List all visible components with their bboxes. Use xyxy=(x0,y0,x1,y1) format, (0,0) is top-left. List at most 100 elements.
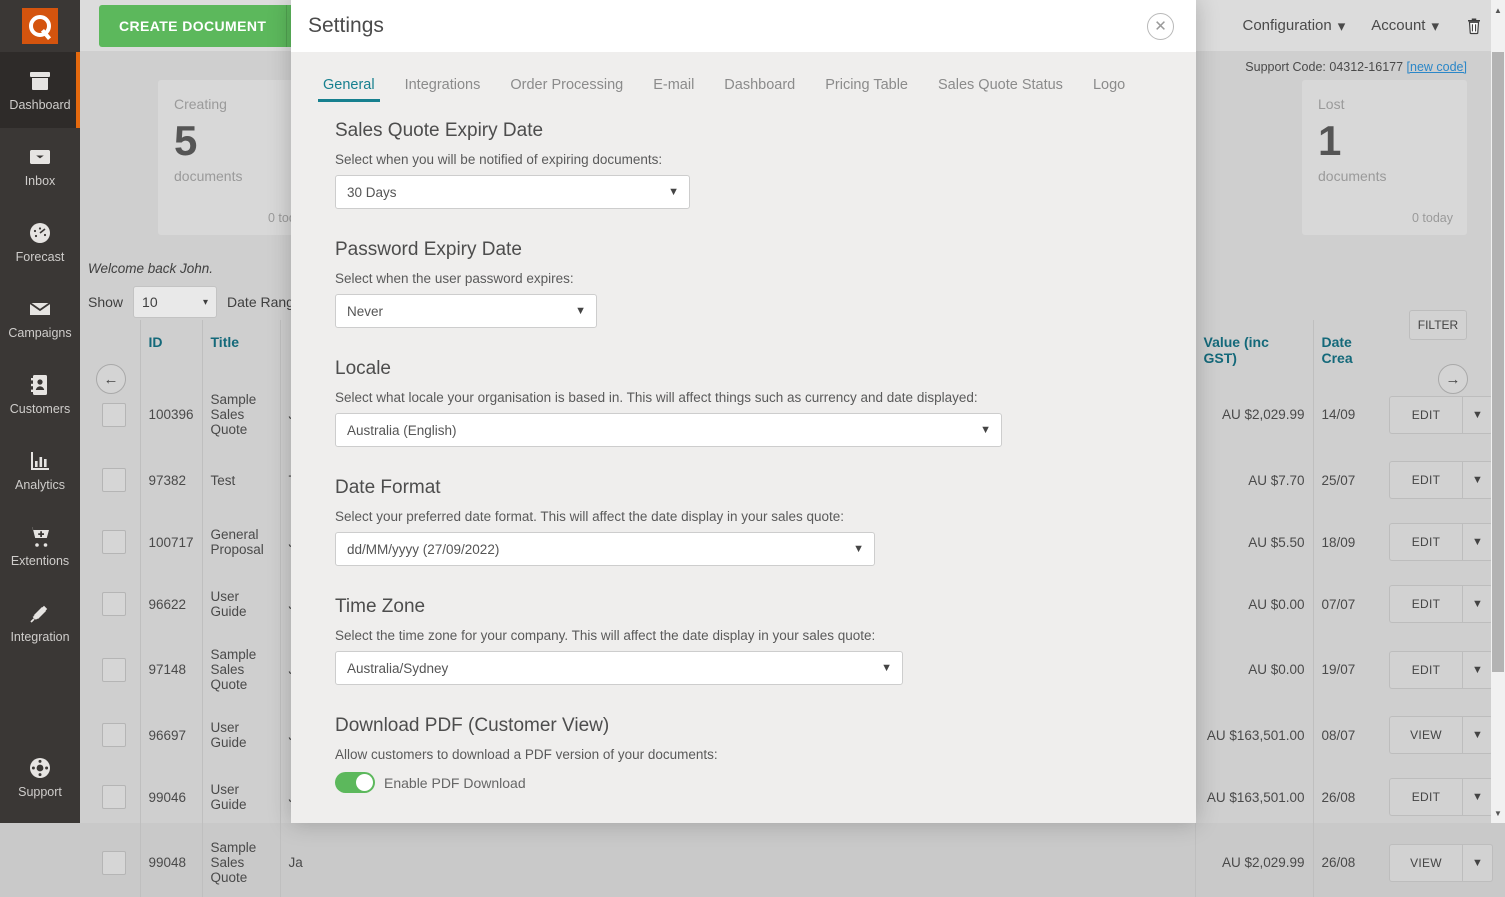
create-document-button[interactable]: CREATE DOCUMENT ▾ xyxy=(99,5,322,47)
cell-actions: VIEW▼ xyxy=(1373,704,1491,766)
row-action-button[interactable]: EDIT xyxy=(1390,586,1462,622)
scroll-left-button[interactable]: ← xyxy=(96,364,126,394)
row-checkbox[interactable] xyxy=(102,723,126,747)
chevron-down-icon[interactable]: ▼ xyxy=(1462,397,1492,433)
row-checkbox[interactable] xyxy=(102,530,126,554)
row-checkbox[interactable] xyxy=(102,592,126,616)
enable-pdf-download-toggle[interactable] xyxy=(335,772,375,793)
card-count: 1 xyxy=(1318,118,1451,164)
chevron-down-icon: ▾ xyxy=(1338,17,1346,35)
cell-id: 100396 xyxy=(140,380,202,449)
sidebar-item-dashboard[interactable]: Dashboard xyxy=(0,52,80,128)
sidebar-item-analytics[interactable]: Analytics xyxy=(0,432,80,508)
cell-id: 99048 xyxy=(140,828,202,897)
row-action-button[interactable]: EDIT xyxy=(1390,524,1462,560)
column-actions xyxy=(1373,320,1491,380)
date-format-select[interactable]: dd/MM/yyyy (27/09/2022) ▼ xyxy=(335,532,875,566)
row-action-button[interactable]: EDIT xyxy=(1390,462,1462,498)
cell-spacer xyxy=(304,828,1195,897)
configuration-menu[interactable]: Configuration ▾ xyxy=(1243,17,1346,35)
scroll-right-button[interactable]: → xyxy=(1438,364,1468,394)
column-date-created[interactable]: Date Crea xyxy=(1313,320,1373,380)
section-title: Download PDF (Customer View) xyxy=(335,715,1162,737)
chevron-down-icon[interactable]: ▼ xyxy=(1462,586,1492,622)
page-size-select[interactable]: 10 ▾ xyxy=(133,286,217,318)
column-title[interactable]: Title xyxy=(202,320,280,380)
page-scrollbar[interactable]: ▲ ▼ xyxy=(1491,0,1505,823)
cell-title: Sample Sales Quote xyxy=(202,380,280,449)
cell-value: AU $5.50 xyxy=(1195,511,1313,573)
cell-value: AU $0.00 xyxy=(1195,573,1313,635)
password-expiry-select[interactable]: Never ▼ xyxy=(335,294,597,328)
sidebar-item-label: Extentions xyxy=(11,554,69,568)
cell-id: 100717 xyxy=(140,511,202,573)
locale-select[interactable]: Australia (English) ▼ xyxy=(335,413,1002,447)
row-action-button[interactable]: EDIT xyxy=(1390,779,1462,815)
row-checkbox-cell xyxy=(88,704,140,766)
row-action-button[interactable]: VIEW xyxy=(1390,717,1462,753)
sidebar-item-campaigns[interactable]: Campaigns xyxy=(0,280,80,356)
app-logo[interactable] xyxy=(0,0,80,52)
time-zone-select[interactable]: Australia/Sydney ▼ xyxy=(335,651,903,685)
row-checkbox[interactable] xyxy=(102,785,126,809)
chevron-down-icon: ▼ xyxy=(668,186,679,198)
top-bar-right: Configuration ▾ Account ▾ xyxy=(1243,16,1505,36)
chevron-down-icon[interactable]: ▼ xyxy=(1462,717,1492,753)
sidebar-item-integration[interactable]: Integration xyxy=(0,584,80,660)
row-checkbox[interactable] xyxy=(102,403,126,427)
chevron-down-icon[interactable]: ▼ xyxy=(1462,845,1492,881)
row-checkbox[interactable] xyxy=(102,851,126,875)
row-action-button[interactable]: EDIT xyxy=(1390,652,1462,688)
cell-actions: VIEW▼ xyxy=(1373,828,1491,897)
qollabro-logo-icon xyxy=(22,8,58,44)
cart-plus-icon xyxy=(27,525,53,549)
life-ring-icon xyxy=(27,756,53,780)
tab-pricing-table[interactable]: Pricing Table xyxy=(810,77,923,102)
card-unit: documents xyxy=(1318,168,1451,184)
row-action-button[interactable]: VIEW xyxy=(1390,845,1462,881)
sidebar-item-extentions[interactable]: Extentions xyxy=(0,508,80,584)
chevron-down-icon[interactable]: ▼ xyxy=(1462,652,1492,688)
cell-title: General Proposal xyxy=(202,511,280,573)
chevron-down-icon[interactable]: ▼ xyxy=(1462,779,1492,815)
sidebar-item-forecast[interactable]: Forecast xyxy=(0,204,80,280)
tab-general[interactable]: General xyxy=(308,77,390,102)
tab-sales-quote-status[interactable]: Sales Quote Status xyxy=(923,77,1078,102)
chevron-down-icon: ▾ xyxy=(1431,17,1439,35)
column-value[interactable]: Value (inc GST) xyxy=(1195,320,1313,380)
scrollbar-thumb[interactable] xyxy=(1492,52,1504,672)
selected-value: Australia/Sydney xyxy=(347,661,448,676)
cell-actions: EDIT▼ xyxy=(1373,449,1491,511)
settings-body: Sales Quote Expiry Date Select when you … xyxy=(291,102,1196,823)
tab-e-mail[interactable]: E-mail xyxy=(638,77,709,102)
column-id[interactable]: ID xyxy=(140,320,202,380)
status-card[interactable]: Lost 1 documents 0 today xyxy=(1302,80,1467,235)
chevron-down-icon[interactable]: ▼ xyxy=(1462,462,1492,498)
tab-integrations[interactable]: Integrations xyxy=(390,77,496,102)
scroll-up-arrow-icon[interactable]: ▲ xyxy=(1491,2,1505,18)
tab-logo[interactable]: Logo xyxy=(1078,77,1140,102)
sidebar-item-label: Campaigns xyxy=(8,326,71,340)
sidebar-item-inbox[interactable]: Inbox xyxy=(0,128,80,204)
account-menu[interactable]: Account ▾ xyxy=(1371,17,1439,35)
tab-order-processing[interactable]: Order Processing xyxy=(495,77,638,102)
row-action-button[interactable]: EDIT xyxy=(1390,397,1462,433)
table-row[interactable]: 99048Sample Sales QuoteJaAU $2,029.9926/… xyxy=(88,828,1491,897)
trash-icon[interactable] xyxy=(1465,16,1483,36)
card-unit: documents xyxy=(174,168,307,184)
close-icon[interactable]: ✕ xyxy=(1147,13,1174,40)
settings-tabs: GeneralIntegrationsOrder ProcessingE-mai… xyxy=(291,52,1196,102)
toggle-knob xyxy=(356,774,373,791)
row-checkbox[interactable] xyxy=(102,658,126,682)
tab-dashboard[interactable]: Dashboard xyxy=(709,77,810,102)
new-code-link[interactable]: [new code] xyxy=(1407,60,1467,74)
sales-quote-expiry-select[interactable]: 30 Days ▼ xyxy=(335,175,690,209)
row-checkbox[interactable] xyxy=(102,468,126,492)
sidebar-item-support[interactable]: Support xyxy=(0,739,80,815)
section-description: Select what locale your organisation is … xyxy=(335,390,1162,405)
cell-date-created: 08/07 xyxy=(1313,704,1373,766)
chevron-down-icon[interactable]: ▼ xyxy=(1462,524,1492,560)
sidebar: Dashboard Inbox Forecast Campaigns Custo xyxy=(0,0,80,823)
sidebar-item-customers[interactable]: Customers xyxy=(0,356,80,432)
scroll-down-arrow-icon[interactable]: ▼ xyxy=(1491,805,1505,821)
